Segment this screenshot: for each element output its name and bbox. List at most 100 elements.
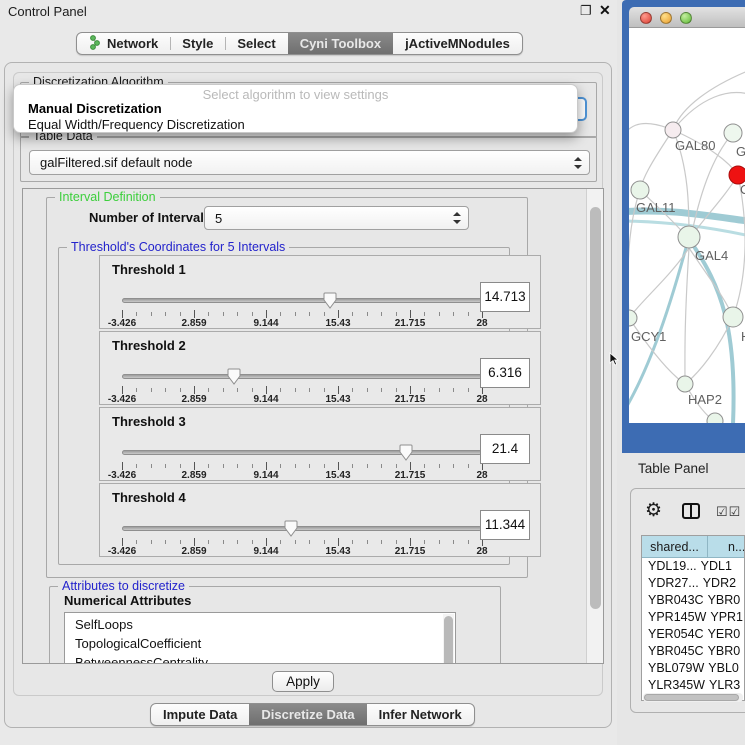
group-title: Threshold's Coordinates for 5 Intervals bbox=[67, 240, 289, 254]
slider-tick-labels: -3.4262.8599.14415.4321.71528 bbox=[122, 394, 482, 405]
tab-select[interactable]: Select bbox=[225, 33, 287, 54]
mac-close-button[interactable] bbox=[640, 12, 652, 24]
threshold-label: Threshold 4 bbox=[112, 490, 186, 505]
table-row[interactable]: YER054CYER0 bbox=[642, 626, 744, 643]
network-node[interactable] bbox=[723, 307, 743, 327]
tab-label: Impute Data bbox=[163, 707, 237, 722]
control-panel-window: Control Panel ❐ ✕ Network Style Select C… bbox=[0, 0, 617, 745]
table-cell: YER054C bbox=[642, 626, 704, 643]
network-window-titlebar bbox=[629, 7, 745, 28]
control-panel-titlebar: Control Panel ❐ ✕ bbox=[0, 0, 617, 24]
menu-item-equal-width-frequency[interactable]: Equal Width/Frequency Discretization bbox=[28, 117, 245, 132]
table-cell: YBR0 bbox=[704, 643, 744, 660]
table-row[interactable]: YPR145WYPR1 bbox=[642, 609, 744, 626]
numerical-attributes-list[interactable]: SelfLoopsTopologicalCoefficientBetweenne… bbox=[64, 612, 456, 664]
network-canvas[interactable]: GAL80GACGAL11GAL4GCY1HHAP2 bbox=[629, 28, 745, 423]
vertical-scrollbar[interactable] bbox=[586, 189, 603, 663]
slider-thumb[interactable] bbox=[227, 368, 241, 385]
threshold-panel: Threshold 1 -3.4262.8599.14415.4321.7152… bbox=[99, 255, 541, 329]
slider-track[interactable] bbox=[122, 526, 482, 531]
table-row[interactable]: YLR345WYLR3 bbox=[642, 677, 744, 692]
column-header-shared[interactable]: shared... bbox=[642, 536, 708, 558]
table-data-combobox[interactable]: galFiltered.sif default node bbox=[29, 150, 590, 175]
table-row[interactable]: YBR043CYBR0 bbox=[642, 592, 744, 609]
threshold-slider[interactable] bbox=[122, 368, 482, 386]
number-of-intervals-label: Number of Intervals bbox=[89, 210, 211, 225]
network-node[interactable] bbox=[677, 376, 693, 392]
list-item[interactable]: SelfLoops bbox=[65, 615, 442, 634]
mac-zoom-button[interactable] bbox=[680, 12, 692, 24]
table-cell: YLR3 bbox=[705, 677, 744, 692]
threshold-slider[interactable] bbox=[122, 520, 482, 538]
slider-thumb[interactable] bbox=[323, 292, 337, 309]
threshold-value-field[interactable]: 21.4 bbox=[480, 434, 530, 464]
node-label: GAL80 bbox=[675, 138, 715, 153]
threshold-panel: Threshold 4 -3.4262.8599.14415.4321.7152… bbox=[99, 483, 541, 557]
menu-item-manual-discretization[interactable]: Manual Discretization bbox=[28, 101, 162, 116]
horizontal-scrollbar[interactable] bbox=[643, 693, 743, 702]
network-icon bbox=[89, 35, 101, 53]
numerical-attributes-label: Numerical Attributes bbox=[64, 593, 191, 608]
slider-track[interactable] bbox=[122, 374, 482, 379]
network-node[interactable] bbox=[631, 181, 649, 199]
network-node[interactable] bbox=[707, 413, 723, 423]
tab-discretize-data[interactable]: Discretize Data bbox=[249, 704, 366, 725]
group-title: Attributes to discretize bbox=[58, 579, 189, 593]
network-node[interactable] bbox=[724, 124, 742, 142]
algorithm-dropdown-popup: Select algorithm to view settings Manual… bbox=[13, 84, 578, 133]
threshold-slider[interactable] bbox=[122, 444, 482, 462]
close-window-icon[interactable]: ✕ bbox=[599, 2, 611, 19]
threshold-value-field[interactable]: 11.344 bbox=[480, 510, 530, 540]
slider-track[interactable] bbox=[122, 450, 482, 455]
list-scrollbar[interactable] bbox=[443, 614, 454, 664]
threshold-label: Threshold 2 bbox=[112, 338, 186, 353]
network-edge bbox=[629, 248, 689, 318]
threshold-value-field[interactable]: 14.713 bbox=[480, 282, 530, 312]
mac-minimize-button[interactable] bbox=[660, 12, 672, 24]
threshold-value-field[interactable]: 6.316 bbox=[480, 358, 530, 388]
scrollbar-thumb[interactable] bbox=[590, 207, 601, 609]
slider-ticks bbox=[122, 386, 482, 394]
network-canvas-svg: GAL80GACGAL11GAL4GCY1HHAP2 bbox=[629, 28, 745, 423]
group-title: Interval Definition bbox=[55, 190, 160, 204]
table-row[interactable]: YDL19...YDL1 bbox=[642, 558, 744, 575]
network-node[interactable] bbox=[629, 310, 637, 326]
float-window-icon[interactable]: ❐ bbox=[580, 3, 592, 19]
apply-button[interactable]: Apply bbox=[272, 671, 334, 692]
node-label: GAL4 bbox=[695, 248, 728, 263]
list-item[interactable]: BetweennessCentrality bbox=[65, 653, 442, 664]
table-cell: YDR27... bbox=[642, 575, 699, 592]
slider-thumb[interactable] bbox=[399, 444, 413, 461]
select-columns-icons[interactable]: ☑☑ bbox=[716, 504, 741, 520]
table-row[interactable]: YBL079WYBL0 bbox=[642, 660, 744, 677]
tab-cyni-toolbox[interactable]: Cyni Toolbox bbox=[288, 33, 393, 54]
node-attribute-table: shared... n... YDL19...YDL1YDR27...YDR2Y… bbox=[641, 535, 745, 701]
gear-icon[interactable]: ⚙ bbox=[645, 499, 662, 522]
network-node[interactable] bbox=[678, 226, 700, 248]
table-row[interactable]: YBR045CYBR0 bbox=[642, 643, 744, 660]
node-label: H bbox=[741, 329, 745, 344]
column-layout-icon[interactable] bbox=[682, 503, 700, 519]
tab-impute-data[interactable]: Impute Data bbox=[151, 704, 249, 725]
table-cell: YDL19... bbox=[642, 558, 697, 575]
threshold-slider[interactable] bbox=[122, 292, 482, 310]
tab-network[interactable]: Network bbox=[77, 33, 170, 54]
column-header-name[interactable]: n... bbox=[708, 536, 745, 558]
table-header: shared... n... bbox=[642, 536, 745, 558]
network-edge bbox=[629, 318, 685, 384]
network-node[interactable] bbox=[665, 122, 681, 138]
tab-style[interactable]: Style bbox=[170, 33, 225, 54]
table-row[interactable]: YDR27...YDR2 bbox=[642, 575, 744, 592]
tab-jactivemnodules[interactable]: jActiveMNodules bbox=[393, 33, 522, 54]
tab-label: Discretize Data bbox=[261, 707, 354, 722]
slider-ticks bbox=[122, 462, 482, 470]
table-cell: YPR1 bbox=[706, 609, 744, 626]
scrollbar-thumb[interactable] bbox=[644, 694, 739, 701]
slider-track[interactable] bbox=[122, 298, 482, 303]
table-cell: YBR045C bbox=[642, 643, 704, 660]
node-table-body: YDL19...YDL1YDR27...YDR2YBR043CYBR0YPR14… bbox=[642, 558, 744, 692]
list-item[interactable]: TopologicalCoefficient bbox=[65, 634, 442, 653]
number-of-intervals-combobox[interactable]: 5 bbox=[204, 206, 469, 230]
tab-infer-network[interactable]: Infer Network bbox=[367, 704, 474, 725]
slider-thumb[interactable] bbox=[284, 520, 298, 537]
